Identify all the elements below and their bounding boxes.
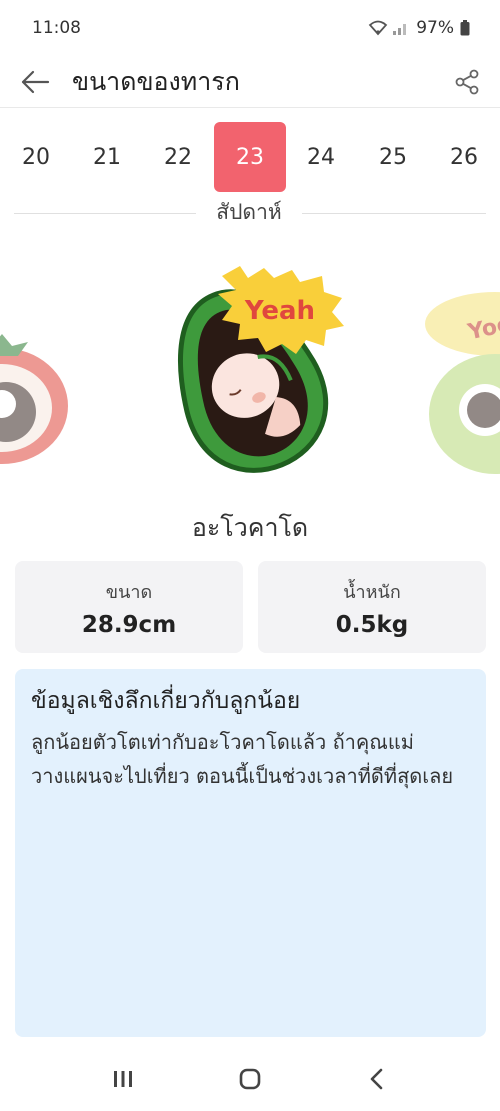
- week-item-21[interactable]: 21: [71, 122, 143, 192]
- week-item-24[interactable]: 24: [285, 122, 357, 192]
- system-nav-bar: [0, 1047, 500, 1111]
- week-item-26[interactable]: 26: [428, 122, 500, 192]
- back-button[interactable]: [18, 64, 52, 100]
- chevron-left-icon: [370, 1068, 382, 1090]
- status-time: 11:08: [32, 18, 81, 38]
- size-card: ขนาด 28.9cm: [15, 561, 243, 653]
- divider: [302, 213, 486, 214]
- bubble-yeah-text: Yeah: [244, 296, 315, 326]
- fruit-name: อะโวคาโด: [191, 513, 309, 542]
- avocado-illustration[interactable]: Yeah: [150, 266, 350, 481]
- fruit-carousel[interactable]: Yeah Yoo-: [0, 258, 500, 488]
- weight-card: น้ำหนัก 0.5kg: [258, 561, 486, 653]
- status-icons: [368, 20, 410, 36]
- week-label: สัปดาห์: [216, 200, 282, 224]
- signal-icon: [393, 24, 407, 35]
- page-title: ขนาดของทารก: [72, 67, 240, 96]
- home-button[interactable]: [220, 1054, 280, 1104]
- system-back-button[interactable]: [347, 1054, 407, 1104]
- insight-card: ข้อมูลเชิงลึกเกี่ยวกับลูกน้อย ลูกน้อยตัว…: [15, 669, 486, 1037]
- insight-title: ข้อมูลเชิงลึกเกี่ยวกับลูกน้อย: [31, 688, 301, 714]
- recents-button[interactable]: [93, 1054, 153, 1104]
- size-label: ขนาด: [105, 582, 153, 603]
- week-selector: 20 21 22 23 24 25 26: [0, 120, 500, 192]
- battery-percent: 97%: [416, 18, 454, 38]
- next-fruit-illustration[interactable]: Yoo-: [425, 284, 500, 484]
- week-item-20[interactable]: 20: [0, 122, 72, 192]
- share-icon: [455, 69, 479, 95]
- size-value: 28.9cm: [81, 612, 177, 638]
- home-icon: [239, 1068, 261, 1090]
- status-bar: 11:08 97%: [0, 0, 500, 56]
- weight-label: น้ำหนัก: [343, 582, 401, 603]
- week-item-23-selected[interactable]: 23: [214, 122, 286, 192]
- divider: [14, 213, 196, 214]
- arrow-left-icon: [21, 70, 50, 94]
- weight-value: 0.5kg: [335, 612, 409, 638]
- battery-icon: [460, 20, 470, 36]
- week-item-25[interactable]: 25: [357, 122, 429, 192]
- tomato-illustration[interactable]: [0, 328, 72, 468]
- share-button[interactable]: [450, 64, 484, 100]
- week-label-row: สัปดาห์: [14, 196, 486, 232]
- insight-body: ลูกน้อยตัวโตเท่ากับอะโวคาโดแล้ว ถ้าคุณแม…: [31, 730, 454, 788]
- app-bar: ขนาดของทารก: [0, 56, 500, 108]
- status-right: 97%: [368, 18, 470, 38]
- wifi-icon: [368, 20, 388, 36]
- week-item-22[interactable]: 22: [142, 122, 214, 192]
- recents-icon: [114, 1071, 133, 1087]
